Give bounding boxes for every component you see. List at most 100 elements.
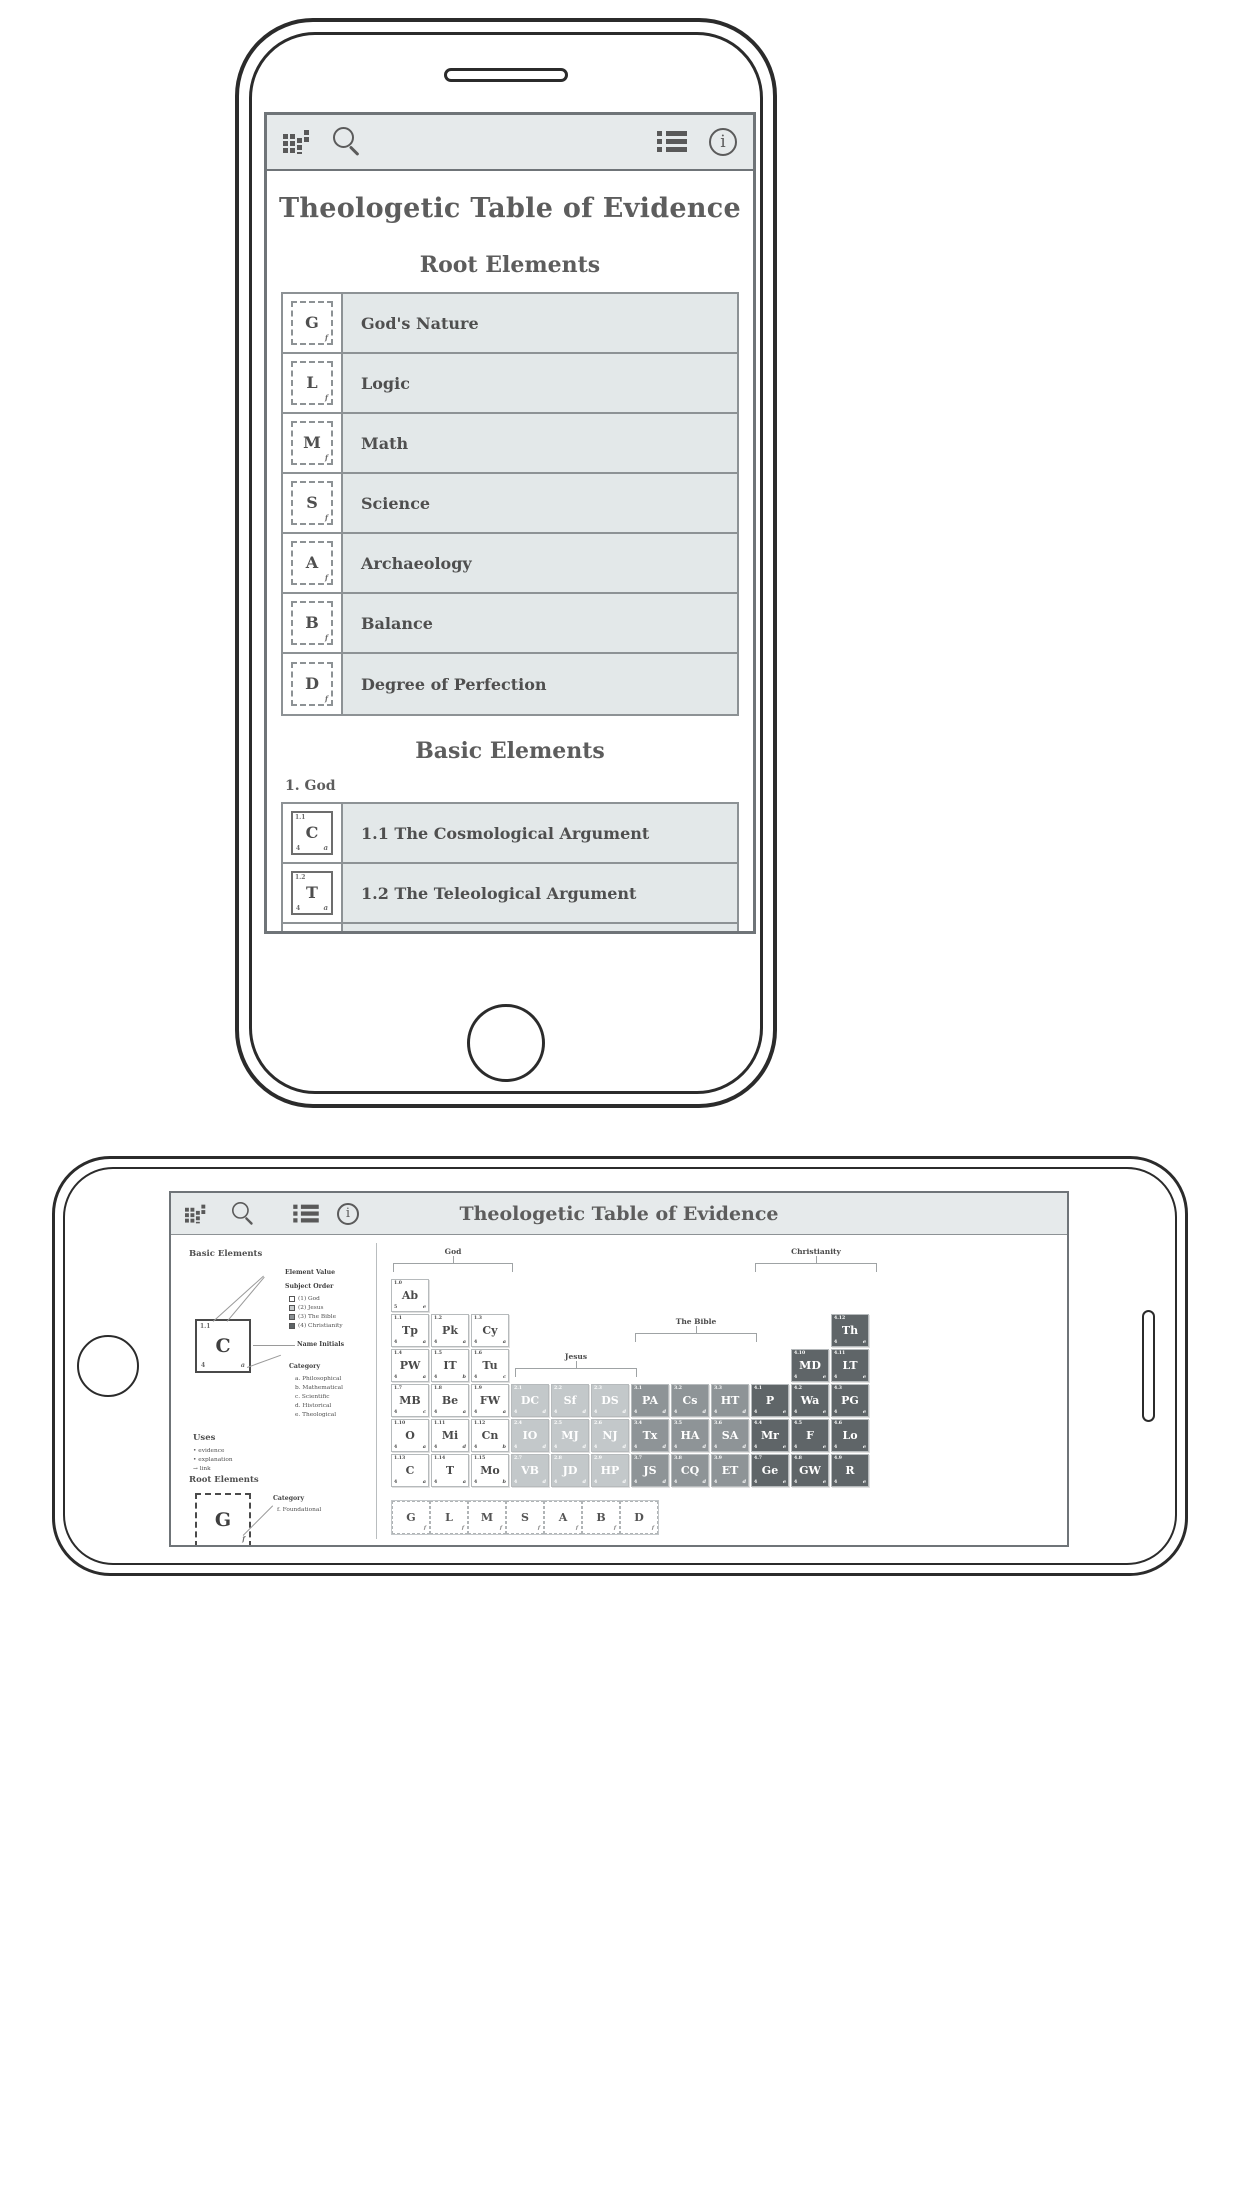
root-elements-strip[interactable]: GfLfMfSfAfBfDf (391, 1500, 659, 1535)
root-strip-tile[interactable]: Df (620, 1501, 658, 1534)
root-strip-tile[interactable]: Sf (506, 1501, 544, 1534)
periodic-cell[interactable]: 1.1 Tp 4 a (391, 1314, 429, 1347)
periodic-element-tile[interactable]: 3.7 JS 4 d (631, 1454, 669, 1487)
periodic-element-tile[interactable]: 2.3 DS 4 d (591, 1384, 629, 1417)
periodic-cell[interactable]: 4.6 Lo 4 e (831, 1419, 869, 1452)
periodic-cell[interactable]: 4.10 MD 4 e (791, 1349, 829, 1382)
periodic-cell[interactable]: 1.0 Ab 5 e (391, 1279, 429, 1312)
basic-element-row[interactable]: 1.2 T 4 a 1.2 The Teleological Argument (283, 864, 737, 924)
home-button[interactable] (467, 1004, 545, 1082)
periodic-element-tile[interactable]: 4.3 PG 4 e (831, 1384, 869, 1417)
periodic-cell[interactable]: 1.10 O 4 a (391, 1419, 429, 1452)
periodic-cell[interactable]: 2.7 VB 4 d (511, 1454, 549, 1487)
periodic-cell[interactable]: 4.9 R 4 e (831, 1454, 869, 1487)
periodic-element-tile[interactable]: 4.2 Wa 4 e (791, 1384, 829, 1417)
periodic-cell[interactable]: 1.2 Pk 4 a (431, 1314, 469, 1347)
root-element-row[interactable]: Gf God's Nature (283, 294, 737, 354)
root-strip-tile[interactable]: Bf (582, 1501, 620, 1534)
periodic-element-tile[interactable]: 1.2 Pk 4 a (431, 1314, 469, 1347)
list-icon[interactable] (657, 131, 687, 153)
periodic-element-tile[interactable]: 4.7 Ge 4 e (751, 1454, 789, 1487)
root-strip-tile[interactable]: Lf (430, 1501, 468, 1534)
periodic-element-tile[interactable]: 1.11 Mi 4 d (431, 1419, 469, 1452)
periodic-element-tile[interactable]: 4.5 F 4 e (791, 1419, 829, 1452)
periodic-cell[interactable]: 3.1 PA 4 d (631, 1384, 669, 1417)
root-strip-tile[interactable]: Gf (392, 1501, 430, 1534)
periodic-element-tile[interactable]: 3.2 Cs 4 d (671, 1384, 709, 1417)
periodic-cell[interactable]: 1.15 Mo 4 b (471, 1454, 509, 1487)
periodic-element-tile[interactable]: 1.0 Ab 5 e (391, 1279, 429, 1312)
periodic-element-tile[interactable]: 4.1 P 4 e (751, 1384, 789, 1417)
root-element-row[interactable]: Sf Science (283, 474, 737, 534)
root-element-row[interactable]: Mf Math (283, 414, 737, 474)
periodic-element-tile[interactable]: 1.13 C 4 a (391, 1454, 429, 1487)
periodic-cell[interactable]: 1.3 Cy 4 a (471, 1314, 509, 1347)
periodic-cell[interactable]: 1.4 PW 4 a (391, 1349, 429, 1382)
periodic-cell[interactable]: 4.5 F 4 e (791, 1419, 829, 1452)
periodic-cell[interactable]: 4.12 Th 4 e (831, 1314, 869, 1347)
periodic-cell[interactable]: 1.12 Cn 4 b (471, 1419, 509, 1452)
periodic-cell[interactable]: 4.4 Mr 4 e (751, 1419, 789, 1452)
periodic-element-tile[interactable]: 3.3 HT 4 d (711, 1384, 749, 1417)
periodic-element-tile[interactable]: 2.6 NJ 4 d (591, 1419, 629, 1452)
periodic-element-tile[interactable]: 4.9 R 4 e (831, 1454, 869, 1487)
periodic-element-tile[interactable]: 1.15 Mo 4 b (471, 1454, 509, 1487)
list-icon-landscape[interactable] (291, 1203, 321, 1225)
periodic-element-tile[interactable]: 2.7 VB 4 d (511, 1454, 549, 1487)
periodic-element-tile[interactable]: 3.1 PA 4 d (631, 1384, 669, 1417)
periodic-element-tile[interactable]: 1.3 Cy 4 a (471, 1314, 509, 1347)
root-element-row[interactable]: Df Degree of Perfection (283, 654, 737, 714)
root-element-row[interactable]: Lf Logic (283, 354, 737, 414)
portrait-scroll-area[interactable]: Theologetic Table of Evidence Root Eleme… (267, 171, 753, 931)
periodic-cell[interactable]: 3.9 ET 4 d (711, 1454, 749, 1487)
periodic-element-tile[interactable]: 1.6 Tu 4 c (471, 1349, 509, 1382)
periodic-cell[interactable]: 1.5 IT 4 b (431, 1349, 469, 1382)
root-strip-tile[interactable]: Mf (468, 1501, 506, 1534)
periodic-cell[interactable]: 2.4 IO 4 d (511, 1419, 549, 1452)
periodic-cell[interactable]: 2.6 NJ 4 d (591, 1419, 629, 1452)
periodic-cell[interactable]: 3.6 SA 4 d (711, 1419, 749, 1452)
periodic-cell[interactable]: 3.5 HA 4 d (671, 1419, 709, 1452)
periodic-element-tile[interactable]: 4.12 Th 4 e (831, 1314, 869, 1347)
periodic-cell[interactable]: 2.8 JD 4 d (551, 1454, 589, 1487)
periodic-cell[interactable]: 1.7 MB 4 c (391, 1384, 429, 1417)
home-button-landscape[interactable] (77, 1335, 139, 1397)
periodic-cell[interactable]: 3.7 JS 4 d (631, 1454, 669, 1487)
periodic-element-tile[interactable]: 2.4 IO 4 d (511, 1419, 549, 1452)
periodic-cell[interactable]: 1.11 Mi 4 d (431, 1419, 469, 1452)
periodic-element-tile[interactable]: 2.8 JD 4 d (551, 1454, 589, 1487)
periodic-cell[interactable]: 2.5 MJ 4 d (551, 1419, 589, 1452)
periodic-cell[interactable]: 1.9 FW 4 a (471, 1384, 509, 1417)
periodic-element-tile[interactable]: 1.12 Cn 4 b (471, 1419, 509, 1452)
info-icon-landscape[interactable]: i (337, 1202, 359, 1225)
periodic-cell[interactable]: 1.8 Be 4 a (431, 1384, 469, 1417)
periodic-element-tile[interactable]: 4.4 Mr 4 e (751, 1419, 789, 1452)
basic-element-row[interactable]: 1.3Mo4b 1.3 The Moral Argument (283, 924, 737, 931)
periodic-cell[interactable]: 2.1 DC 4 d (511, 1384, 549, 1417)
periodic-element-tile[interactable]: 1.5 IT 4 b (431, 1349, 469, 1382)
periodic-cell[interactable]: 2.9 HP 4 d (591, 1454, 629, 1487)
periodic-element-tile[interactable]: 1.4 PW 4 a (391, 1349, 429, 1382)
periodic-element-tile[interactable]: 3.8 CQ 4 d (671, 1454, 709, 1487)
periodic-cell[interactable]: 3.3 HT 4 d (711, 1384, 749, 1417)
periodic-element-tile[interactable]: 4.6 Lo 4 e (831, 1419, 869, 1452)
periodic-element-tile[interactable]: 1.7 MB 4 c (391, 1384, 429, 1417)
periodic-element-tile[interactable]: 2.9 HP 4 d (591, 1454, 629, 1487)
periodic-element-tile[interactable]: 1.10 O 4 a (391, 1419, 429, 1452)
periodic-element-tile[interactable]: 2.1 DC 4 d (511, 1384, 549, 1417)
periodic-cell[interactable]: 2.2 Sf 4 d (551, 1384, 589, 1417)
periodic-cell[interactable]: 3.2 Cs 4 d (671, 1384, 709, 1417)
search-icon[interactable] (333, 127, 363, 157)
periodic-cell[interactable]: 4.2 Wa 4 e (791, 1384, 829, 1417)
periodic-element-tile[interactable]: 1.8 Be 4 a (431, 1384, 469, 1417)
periodic-element-tile[interactable]: 1.9 FW 4 a (471, 1384, 509, 1417)
periodic-cell[interactable]: 3.4 Tx 4 d (631, 1419, 669, 1452)
periodic-element-tile[interactable]: 3.6 SA 4 d (711, 1419, 749, 1452)
basic-element-row[interactable]: 1.1 C 4 a 1.1 The Cosmological Argument (283, 804, 737, 864)
periodic-cell[interactable]: 4.11 LT 4 e (831, 1349, 869, 1382)
periodic-cell[interactable]: 3.8 CQ 4 d (671, 1454, 709, 1487)
info-icon[interactable]: i (709, 128, 737, 156)
root-element-row[interactable]: Bf Balance (283, 594, 737, 654)
periodic-element-tile[interactable]: 4.10 MD 4 e (791, 1349, 829, 1382)
periodic-cell[interactable]: 2.3 DS 4 d (591, 1384, 629, 1417)
